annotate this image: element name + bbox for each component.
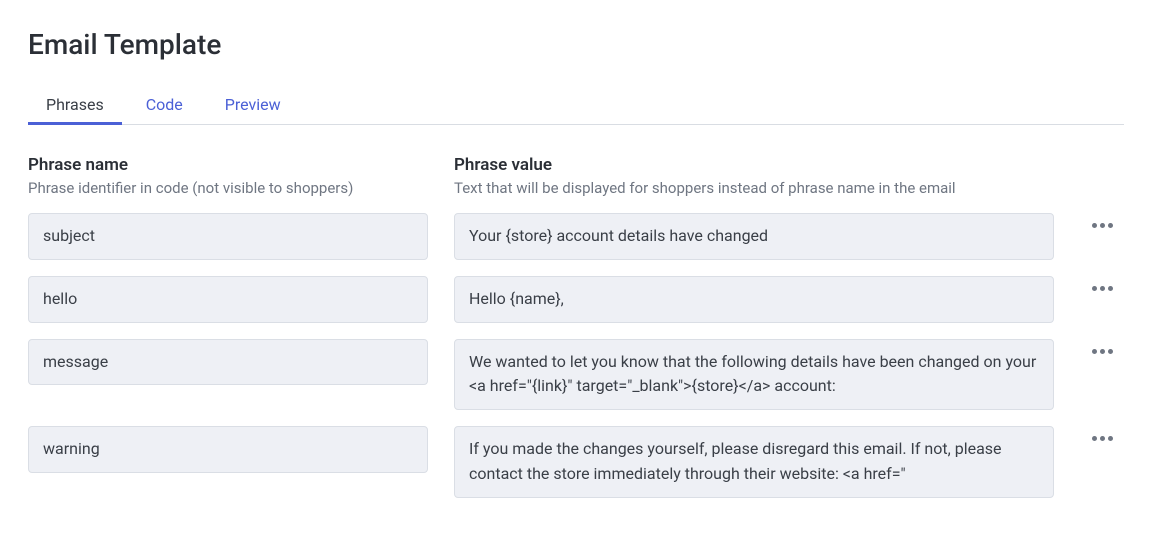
more-icon	[1092, 286, 1113, 291]
column-sub-value: Text that will be displayed for shoppers…	[454, 179, 1054, 197]
row-actions-button[interactable]	[1080, 426, 1124, 441]
phrase-row: subject Your {store} account details hav…	[28, 213, 1124, 260]
row-actions-button[interactable]	[1080, 276, 1124, 291]
tab-code[interactable]: Code	[146, 89, 183, 124]
phrases-panel: Phrase name Phrase identifier in code (n…	[28, 125, 1124, 498]
phrase-value-input[interactable]: We wanted to let you know that the follo…	[454, 339, 1054, 411]
phrase-value-input[interactable]: Your {store} account details have change…	[454, 213, 1054, 260]
more-icon	[1092, 349, 1113, 354]
phrase-row: hello Hello {name},	[28, 276, 1124, 323]
phrase-row: warning If you made the changes yourself…	[28, 426, 1124, 498]
row-actions-button[interactable]	[1080, 339, 1124, 354]
phrase-name-input[interactable]: hello	[28, 276, 428, 323]
row-actions-button[interactable]	[1080, 213, 1124, 228]
phrase-name-input[interactable]: subject	[28, 213, 428, 260]
tab-bar: Phrases Code Preview	[28, 89, 1124, 125]
phrase-value-input[interactable]: Hello {name},	[454, 276, 1054, 323]
more-icon	[1092, 436, 1113, 441]
tab-phrases[interactable]: Phrases	[46, 89, 104, 124]
column-sub-name: Phrase identifier in code (not visible t…	[28, 179, 428, 197]
phrase-name-input[interactable]: warning	[28, 426, 428, 473]
column-header-name: Phrase name	[28, 155, 428, 175]
page-title: Email Template	[28, 28, 1124, 61]
phrase-name-input[interactable]: message	[28, 339, 428, 386]
more-icon	[1092, 223, 1113, 228]
phrase-value-input[interactable]: If you made the changes yourself, please…	[454, 426, 1054, 498]
tab-preview[interactable]: Preview	[225, 89, 281, 124]
phrase-row: message We wanted to let you know that t…	[28, 339, 1124, 411]
column-header-value: Phrase value	[454, 155, 1054, 175]
